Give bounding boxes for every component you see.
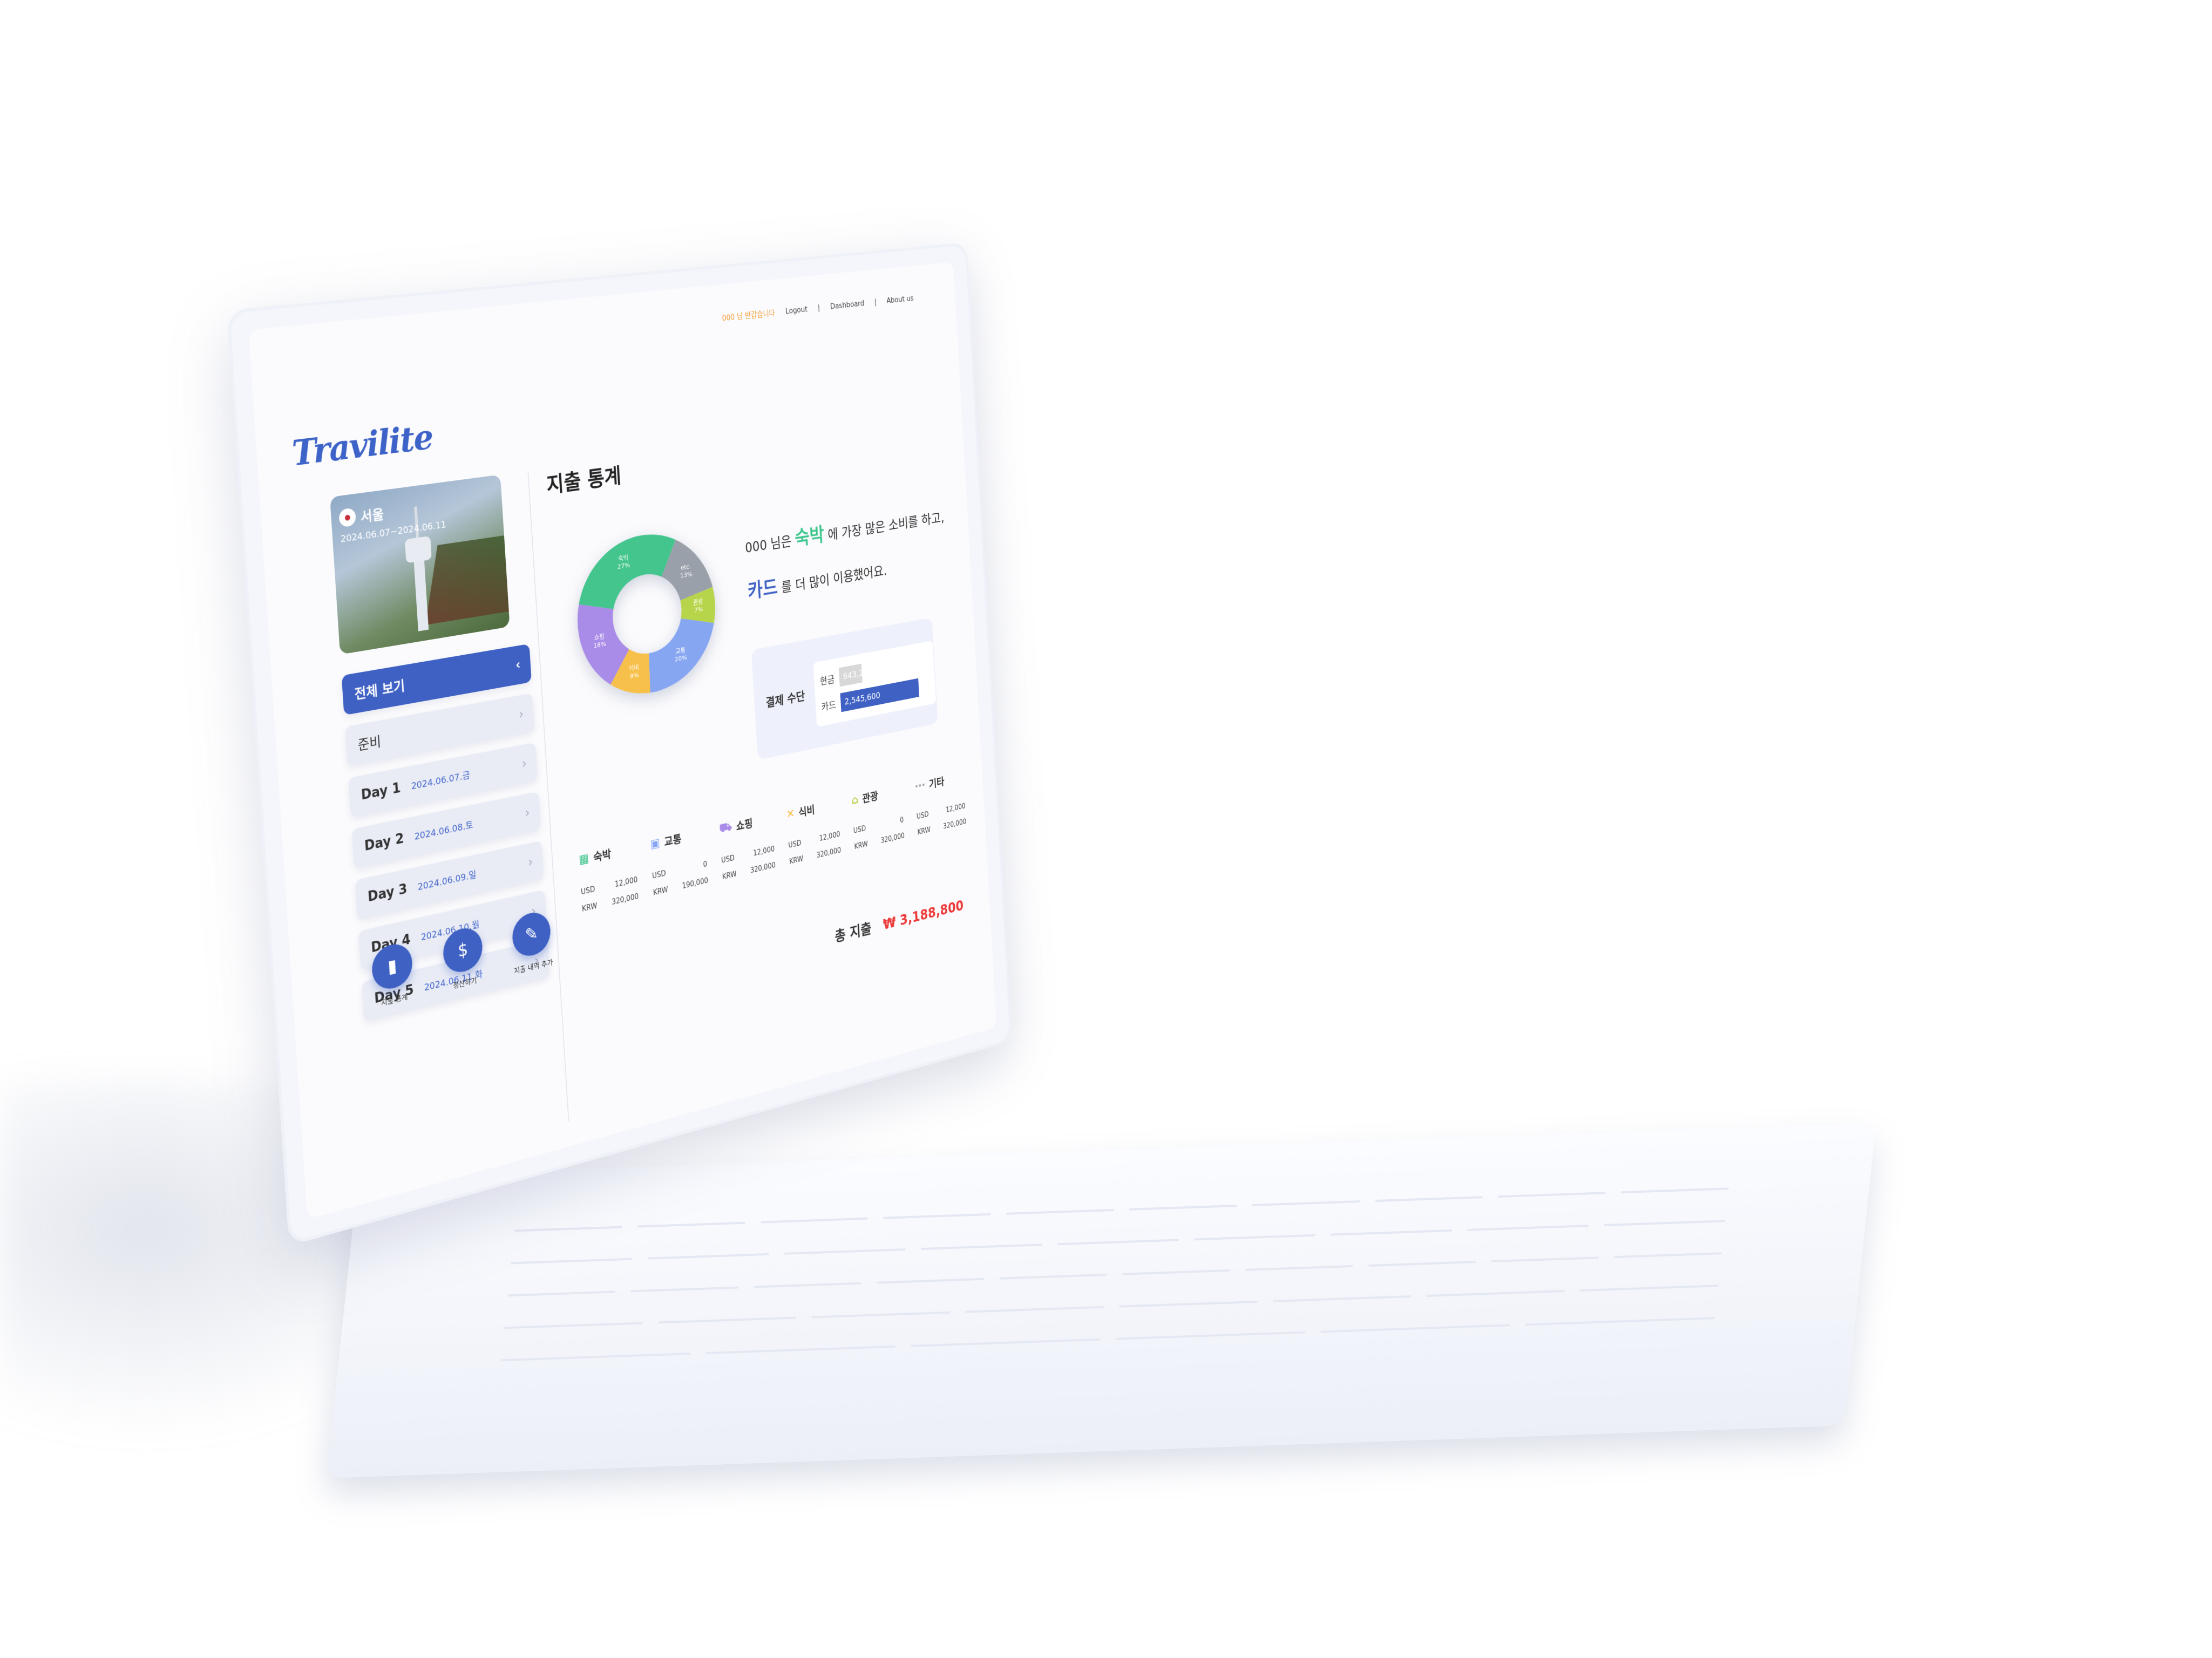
laptop-screen-bezel: 000 님 반갑습니다 Logout | Dashboard | About u…	[227, 242, 1013, 1246]
payment-method-panel: 결제 수단 현금 643,200 카드 2,545,600	[751, 617, 938, 760]
krw-value: 320,000	[880, 831, 905, 845]
payment-bars: 현금 643,200 카드 2,545,600	[813, 641, 937, 727]
user-greeting: 000 님 반갑습니다	[722, 308, 776, 323]
category-name: 교통	[663, 832, 682, 849]
krw-label: KRW	[653, 885, 668, 898]
usd-label: USD	[580, 884, 595, 897]
category-name: 식비	[798, 804, 816, 819]
usd-value: 12,000	[752, 844, 775, 858]
usd-label: USD	[721, 853, 735, 865]
spending-summary: 000 님은 숙박 에 가장 많은 소비를 하고, 카드 를 더 많이 이용했어…	[744, 492, 967, 615]
category-name: 기타	[928, 776, 945, 791]
day-label: Day 1	[361, 780, 402, 804]
category-other: ··· 기타 USD 12,000 KRW 320,000	[914, 769, 967, 844]
krw-label: KRW	[581, 901, 598, 914]
receipt-icon[interactable]: $	[442, 924, 484, 976]
app-logo[interactable]: Travilite	[291, 416, 434, 474]
krw-value: 320,000	[942, 817, 967, 831]
total-expense: 총 지출 ₩ 3,188,800	[834, 894, 964, 946]
cash-label: 현금	[819, 673, 835, 688]
category-food: ✕ 식비 USD 12,000 KRW 320,000	[786, 796, 842, 874]
krw-value: 320,000	[750, 860, 776, 875]
day-label: Day 2	[364, 831, 405, 854]
day-label: Day 3	[367, 881, 408, 906]
trip-city: 서울	[360, 507, 384, 526]
day-date: 2024.06.08.토	[414, 819, 474, 842]
cash-bar: 643,200	[838, 663, 872, 687]
summary-top-method: 카드	[747, 575, 778, 603]
korea-flag-icon: ●	[338, 507, 357, 528]
chevron-right-icon: ›	[524, 805, 531, 821]
app-screen: 000 님 반갑습니다 Logout | Dashboard | About u…	[248, 262, 997, 1220]
dots-icon: ···	[914, 778, 926, 793]
cart-icon: ⛟	[718, 819, 732, 835]
bus-icon: ▣	[649, 835, 661, 852]
chevron-right-icon: ›	[521, 756, 527, 772]
main-content: 지출 통계 숙박 27% etc. 13% 관광 7% 교통 20% 식비 9% 쇼핑 18% 000…	[546, 414, 966, 945]
laptop-keyboard-deck	[326, 1123, 1876, 1478]
usd-label: USD	[853, 824, 866, 835]
krw-label: KRW	[854, 839, 868, 851]
usd-value: 0	[899, 815, 904, 825]
usd-value: 0	[703, 859, 708, 869]
day-date: 2024.06.07.금	[411, 770, 471, 792]
usd-value: 12,000	[614, 875, 638, 889]
stats-button[interactable]: ▮ 지출 통계	[364, 939, 421, 1011]
nav-separator: |	[874, 297, 877, 307]
krw-label: KRW	[789, 854, 804, 866]
card-label: 카드	[821, 698, 837, 713]
category-name: 숙박	[593, 848, 612, 865]
summary-top-category: 숙박	[794, 523, 825, 550]
category-name: 쇼핑	[736, 817, 754, 833]
usd-label: USD	[916, 810, 929, 821]
donut-segment-label: 7%	[694, 605, 703, 614]
nav-separator: |	[817, 303, 820, 312]
chevron-right-icon: ›	[518, 706, 524, 723]
usd-value: 12,000	[819, 830, 840, 843]
payment-title: 결제 수단	[765, 689, 805, 710]
menu-item-label: 전체 보기	[354, 678, 406, 703]
page-title: 지출 통계	[546, 463, 622, 498]
usd-value: 12,000	[945, 801, 966, 814]
building-icon: ▦	[578, 851, 589, 867]
total-amount: ₩ 3,188,800	[883, 897, 964, 934]
krw-label: KRW	[722, 869, 737, 881]
chevron-right-icon: ›	[527, 854, 534, 871]
total-label: 총 지출	[834, 920, 872, 946]
category-shopping: ⛟ 쇼핑 USD 12,000 KRW 320,000	[719, 810, 776, 889]
krw-value: 190,000	[682, 875, 709, 891]
donut-segment-label: 9%	[629, 671, 639, 680]
krw-value: 320,000	[816, 845, 842, 860]
top-navigation: 000 님 반갑습니다 Logout | Dashboard | About u…	[722, 292, 914, 323]
summary-prefix: 000 님은	[744, 533, 792, 556]
expense-donut-chart: 숙박 27% etc. 13% 관광 7% 교통 20% 식비 9% 쇼핑 18%	[568, 520, 724, 711]
category-sightseeing: ⌂ 관광 USD 0 KRW 320,000	[851, 782, 905, 858]
logout-link[interactable]: Logout	[785, 304, 808, 315]
menu-item-label: 준비	[357, 733, 382, 754]
settle-button[interactable]: $ 정산하기	[436, 923, 491, 994]
usd-label: USD	[788, 838, 802, 850]
category-transport: ▣ 교통 USD 0 KRW 190,000	[650, 825, 709, 905]
krw-value: 320,000	[611, 892, 639, 907]
trip-card[interactable]: ● 서울 2024.06.07~2024.06.11	[330, 474, 510, 655]
category-name: 관광	[861, 790, 879, 805]
landmark-icon: ⌂	[851, 792, 859, 807]
utensils-icon: ✕	[786, 806, 795, 821]
day-date: 2024.06.09.일	[417, 869, 477, 893]
donut-svg: 숙박27% etc.13%관광7%교통20%식비9%쇼핑18%	[575, 530, 718, 700]
krw-label: KRW	[917, 825, 931, 837]
summary-end: 를 더 많이 이용했어요.	[781, 562, 887, 596]
add-expense-button[interactable]: ✎ 지출 내역 추가	[505, 908, 559, 977]
category-breakdown: ▦ 숙박 USD 12,000 KRW 320,000 ▣ 교통 USD 0 KRW 190…	[579, 769, 967, 922]
about-link[interactable]: About us	[886, 293, 914, 305]
summary-mid: 에 가장 많은 소비를 하고,	[827, 509, 945, 543]
dashboard-link[interactable]: Dashboard	[830, 298, 865, 311]
bar-chart-icon[interactable]: ▮	[370, 940, 414, 993]
chevron-left-icon: ‹	[515, 657, 521, 674]
pencil-icon[interactable]: ✎	[511, 909, 552, 960]
usd-label: USD	[652, 868, 667, 881]
category-lodging: ▦ 숙박 USD 12,000 KRW 320,000	[579, 840, 640, 921]
